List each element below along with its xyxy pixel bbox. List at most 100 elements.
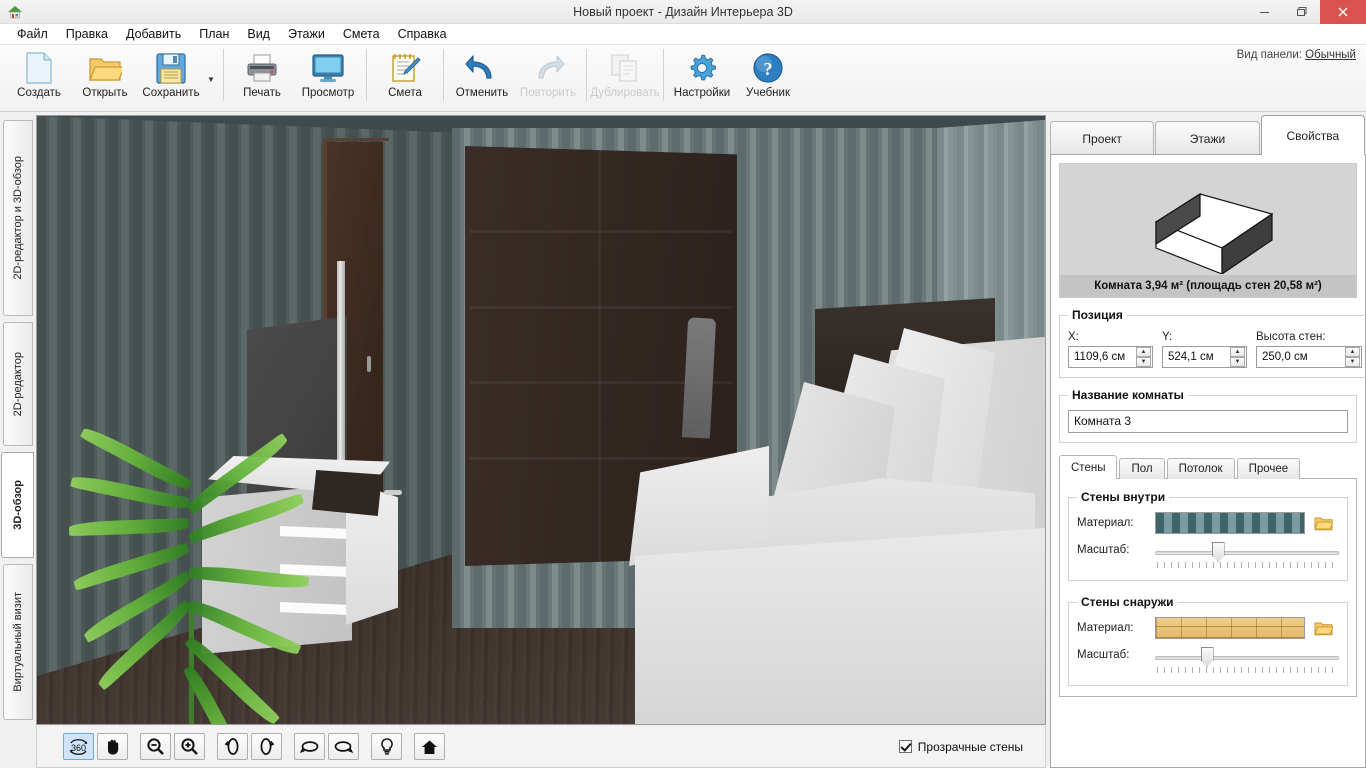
spin-down-icon[interactable]: ▼ (1230, 357, 1245, 367)
position-x-value: 1109,6 см (1069, 351, 1130, 363)
redo-button[interactable]: Повторить (515, 45, 581, 107)
menu-add[interactable]: Добавить (117, 25, 190, 43)
tab-walls[interactable]: Стены (1059, 455, 1117, 479)
save-project-button[interactable]: Сохранить (138, 45, 204, 107)
sidebar-tab-2d-editor[interactable]: 2D-редактор (3, 322, 33, 446)
tab-project[interactable]: Проект (1050, 121, 1154, 155)
panel-view-value-link[interactable]: Обычный (1305, 49, 1356, 61)
rotate-right-button[interactable] (251, 733, 282, 760)
rotate-left-icon (223, 737, 242, 756)
menu-view[interactable]: Вид (238, 25, 279, 43)
tab-ceiling[interactable]: Потолок (1167, 458, 1235, 479)
tutorial-button[interactable]: ? Учебник (735, 45, 801, 107)
pan-hand-button[interactable] (97, 733, 128, 760)
position-x-label: X: (1068, 331, 1153, 343)
right-properties-panel: Проект Этажи Свойства Комната 3,94 м² (п… (1050, 115, 1366, 768)
tilt-down-button[interactable] (328, 733, 359, 760)
save-dropdown-arrow[interactable]: ▼ (204, 45, 218, 107)
loop-down-icon (333, 738, 354, 755)
walls-inside-scale-slider[interactable] (1155, 541, 1339, 563)
menu-file[interactable]: Файл (8, 25, 57, 43)
restore-button[interactable] (1283, 0, 1320, 24)
zoom-out-button[interactable] (140, 733, 171, 760)
transparent-walls-checkbox[interactable]: Прозрачные стены (899, 740, 1023, 754)
sidebar-tab-virtual-visit[interactable]: Виртуальный визит (3, 564, 33, 720)
spin-down-icon[interactable]: ▼ (1345, 357, 1360, 367)
transparent-walls-label: Прозрачные стены (918, 740, 1023, 754)
walls-outside-legend: Стены снаружи (1077, 595, 1178, 609)
walls-outside-browse-folder-icon[interactable] (1314, 620, 1333, 636)
sidebar-tab-2d-and-3d-label: 2D-редактор и 3D-обзор (12, 156, 24, 280)
slider-thumb[interactable] (1201, 647, 1214, 667)
room-name-legend: Название комнаты (1068, 388, 1188, 402)
orbit-360-button[interactable]: 360 (63, 733, 94, 760)
question-help-icon: ? (752, 50, 784, 86)
lighting-button[interactable] (371, 733, 402, 760)
position-y-arrows[interactable]: ▲ ▼ (1230, 347, 1245, 367)
potted-palm (85, 446, 315, 725)
duplicate-button[interactable]: Дублировать (592, 45, 658, 107)
walls-inside-material-label: Материал: (1077, 517, 1155, 529)
sidebar-tab-3d-view-label: 3D-обзор (12, 480, 24, 530)
settings-button[interactable]: Настройки (669, 45, 735, 107)
tab-other[interactable]: Прочее (1237, 458, 1301, 479)
close-button[interactable] (1320, 0, 1366, 24)
spin-up-icon[interactable]: ▲ (1230, 347, 1245, 357)
new-project-button[interactable]: Создать (6, 45, 72, 107)
position-y-spinner[interactable]: 524,1 см ▲ ▼ (1162, 346, 1247, 368)
slider-thumb[interactable] (1212, 542, 1225, 562)
tab-floors[interactable]: Этажи (1155, 121, 1259, 155)
spin-down-icon[interactable]: ▼ (1136, 357, 1151, 367)
right-panel-tabbar: Проект Этажи Свойства (1050, 115, 1366, 155)
room-3d-thumbnail (1148, 182, 1278, 274)
walls-outside-group: Стены снаружи Материал: Масштаб: (1068, 595, 1348, 686)
toolbar-separator (443, 49, 444, 101)
room-name-input[interactable]: Комната 3 (1068, 410, 1348, 433)
menu-help[interactable]: Справка (389, 25, 456, 43)
house-icon (6, 3, 24, 21)
home-view-button[interactable] (414, 733, 445, 760)
position-x-spinner[interactable]: 1109,6 см ▲ ▼ (1068, 346, 1153, 368)
wall-height-spinner[interactable]: 250,0 см ▲ ▼ (1256, 346, 1362, 368)
undo-button[interactable]: Отменить (449, 45, 515, 107)
copy-pages-icon (609, 50, 641, 86)
spin-up-icon[interactable]: ▲ (1136, 347, 1151, 357)
walls-outside-scale-slider[interactable] (1155, 646, 1339, 668)
print-button[interactable]: Печать (229, 45, 295, 107)
zoom-in-button[interactable] (174, 733, 205, 760)
tilt-up-button[interactable] (294, 733, 325, 760)
menu-plan[interactable]: План (190, 25, 238, 43)
tab-properties[interactable]: Свойства (1261, 115, 1365, 155)
spin-up-icon[interactable]: ▲ (1345, 347, 1360, 357)
menu-edit[interactable]: Правка (57, 25, 117, 43)
properties-body: Комната 3,94 м² (площадь стен 20,58 м²) … (1050, 154, 1366, 768)
transparent-walls-checkbox-box[interactable] (899, 740, 912, 753)
toolbar-separator (366, 49, 367, 101)
print-label: Печать (243, 87, 281, 99)
settings-label: Настройки (674, 87, 730, 99)
walls-inside-browse-folder-icon[interactable] (1314, 515, 1333, 531)
position-x-arrows[interactable]: ▲ ▼ (1136, 347, 1151, 367)
minimize-button[interactable] (1246, 0, 1283, 24)
redo-label: Повторить (520, 87, 576, 99)
hand-icon (104, 737, 122, 756)
tab-floor-label: Пол (1131, 463, 1152, 475)
preview-button[interactable]: Просмотр (295, 45, 361, 107)
3d-room-view[interactable] (36, 115, 1046, 725)
walls-inside-group: Стены внутри Материал: Масштаб: (1068, 490, 1348, 581)
open-project-button[interactable]: Открыть (72, 45, 138, 107)
home-icon (420, 738, 439, 756)
wall-height-arrows[interactable]: ▲ ▼ (1345, 347, 1360, 367)
position-group: Позиция X: 1109,6 см ▲ ▼ Y: 524,1 с (1059, 308, 1366, 378)
sidebar-tab-2d-and-3d[interactable]: 2D-редактор и 3D-обзор (3, 120, 33, 316)
rotate-left-button[interactable] (217, 733, 248, 760)
walls-inside-material-swatch[interactable] (1155, 512, 1305, 534)
estimate-button[interactable]: Смета (372, 45, 438, 107)
sidebar-tab-3d-view[interactable]: 3D-обзор (1, 452, 34, 558)
tab-other-label: Прочее (1249, 463, 1289, 475)
printer-icon (245, 50, 279, 86)
menu-estimate[interactable]: Смета (334, 25, 389, 43)
walls-outside-material-swatch[interactable] (1155, 617, 1305, 639)
menu-floors[interactable]: Этажи (279, 25, 334, 43)
tab-floor[interactable]: Пол (1119, 458, 1164, 479)
